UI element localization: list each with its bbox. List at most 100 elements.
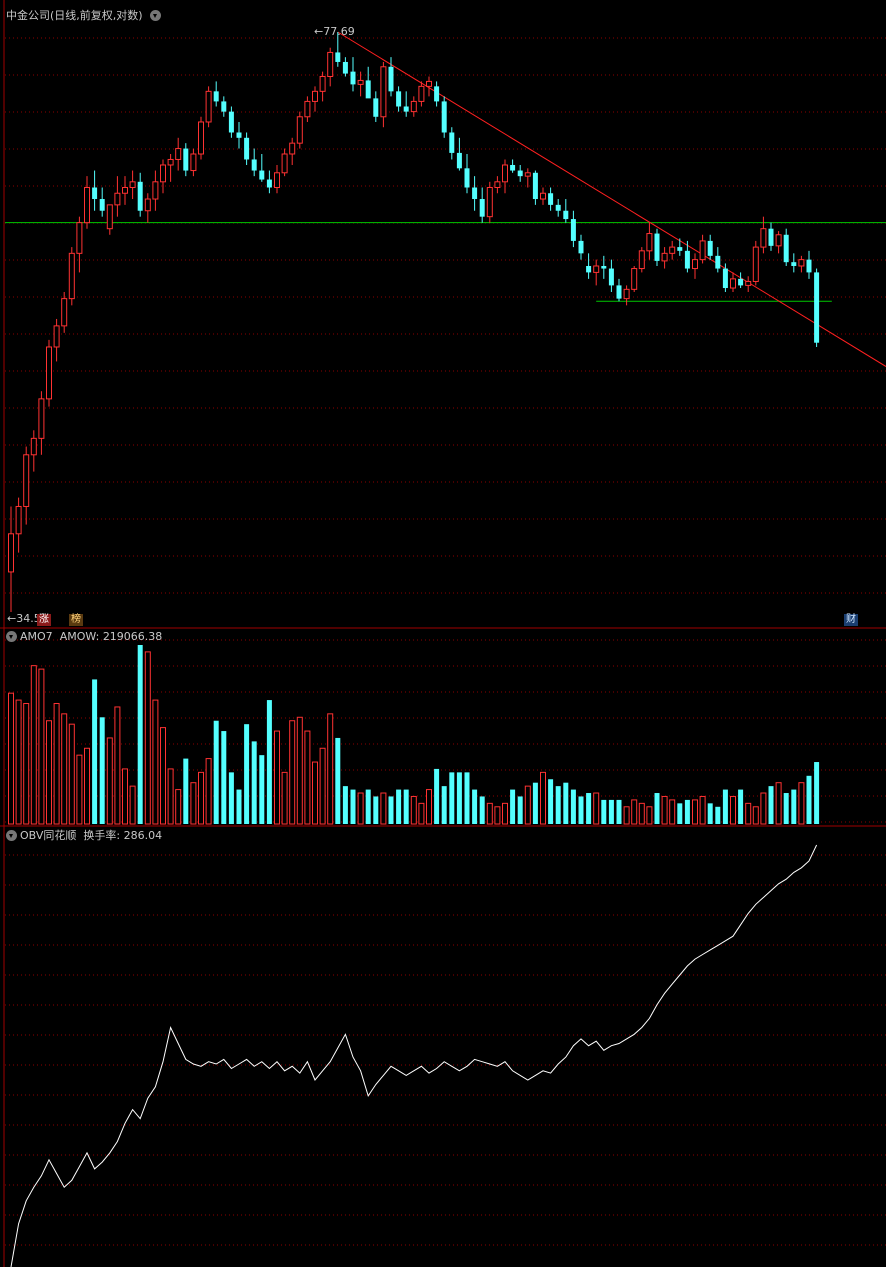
- volume-bar: [122, 768, 128, 825]
- candle-body: [190, 153, 197, 172]
- candle-body: [228, 111, 234, 133]
- volume-bar: [638, 802, 645, 825]
- volume-bar: [441, 786, 447, 824]
- volume-bar: [783, 793, 789, 824]
- volume-bar: [327, 713, 334, 825]
- volume-bar: [213, 720, 219, 824]
- volume-bar: [738, 789, 744, 824]
- candle-body: [524, 172, 531, 177]
- volume-value: 219066.38: [102, 630, 163, 643]
- volume-bar: [8, 692, 14, 825]
- volume-bar: [319, 747, 326, 825]
- volume-bar: [578, 796, 584, 824]
- chevron-down-icon[interactable]: [150, 9, 162, 21]
- candle-body: [152, 181, 159, 200]
- candle-body: [707, 240, 713, 256]
- volume-bar: [68, 723, 75, 825]
- candle-body: [68, 252, 75, 300]
- obv-line: [10, 844, 818, 1267]
- candle-body: [646, 233, 653, 252]
- volume-bar: [251, 741, 257, 824]
- candle-body: [586, 265, 592, 273]
- candle-body: [479, 199, 485, 217]
- candle-body: [221, 101, 227, 112]
- candle-body: [517, 170, 523, 177]
- arrow-icon: ←: [7, 612, 17, 625]
- candle-body: [798, 259, 805, 267]
- obv-indicator-name[interactable]: OBV同花顺: [20, 829, 76, 842]
- volume-bar: [312, 761, 318, 825]
- cai-badge[interactable]: 财: [844, 614, 858, 626]
- candle-body: [814, 272, 820, 343]
- candle-body: [266, 179, 272, 188]
- volume-bar: [456, 772, 462, 824]
- candle-body: [410, 100, 417, 113]
- candle-body: [23, 454, 30, 507]
- chevron-down-icon[interactable]: [6, 630, 17, 642]
- volume-bar: [806, 775, 812, 824]
- volume-bar: [745, 802, 752, 825]
- candle-body: [472, 187, 478, 200]
- volume-bar: [661, 795, 668, 825]
- candle-body: [380, 66, 387, 118]
- candle-body: [745, 280, 752, 286]
- volume-bar: [479, 796, 485, 824]
- candle-body: [183, 148, 189, 171]
- candle-body: [791, 262, 797, 266]
- volume-bar: [502, 802, 508, 825]
- bang-badge[interactable]: 榜: [69, 614, 83, 626]
- candle-body: [608, 268, 614, 286]
- candle-body: [418, 85, 425, 102]
- volume-bar: [752, 806, 759, 825]
- volume-bar: [30, 665, 37, 825]
- candle-body: [548, 193, 554, 205]
- candle-body: [752, 246, 759, 282]
- volume-bar: [722, 789, 728, 824]
- volume-bar: [15, 699, 22, 825]
- volume-indicator-name[interactable]: AMO7: [20, 630, 53, 643]
- candle-body: [259, 170, 265, 180]
- volume-bar: [775, 782, 782, 825]
- volume-bar: [623, 806, 630, 825]
- volume-bar: [365, 789, 371, 824]
- candle-body: [623, 288, 630, 300]
- volume-bar: [586, 793, 592, 824]
- stock-name[interactable]: 中金公司: [6, 9, 50, 22]
- volume-bar: [335, 737, 341, 824]
- volume-bar: [357, 792, 364, 825]
- volume-bar: [684, 799, 690, 824]
- chevron-down-icon[interactable]: [6, 829, 17, 841]
- candle-body: [198, 121, 204, 155]
- candle-body: [760, 228, 767, 248]
- volume-bar: [281, 771, 288, 825]
- volume-bar: [244, 724, 250, 824]
- volume-bar: [53, 703, 60, 825]
- candle-body: [396, 91, 402, 107]
- volume-bar: [540, 771, 546, 825]
- volume-bar: [418, 802, 425, 825]
- zhang-badge[interactable]: 涨: [37, 614, 51, 626]
- candle-body: [403, 106, 409, 112]
- candle-body: [783, 234, 789, 263]
- candle-body: [281, 153, 288, 174]
- candle-body: [661, 252, 668, 262]
- candle-body: [92, 187, 98, 200]
- candle-body: [244, 137, 250, 160]
- volume-bar: [84, 747, 90, 825]
- candle-body: [593, 265, 600, 273]
- candle-body: [296, 116, 303, 144]
- volume-bar: [532, 782, 538, 824]
- candle-body: [677, 247, 683, 251]
- candle-body: [540, 192, 546, 200]
- volume-bar: [342, 786, 348, 824]
- volume-bar: [791, 789, 797, 824]
- volume-bar: [798, 782, 805, 825]
- volume-bar: [160, 727, 166, 825]
- volume-bar: [631, 799, 638, 825]
- volume-bar: [92, 679, 98, 824]
- candle-body: [570, 219, 576, 241]
- candle-body: [722, 268, 728, 289]
- volume-bar: [106, 737, 113, 825]
- candle-body: [388, 66, 394, 92]
- volume-bar: [517, 796, 523, 824]
